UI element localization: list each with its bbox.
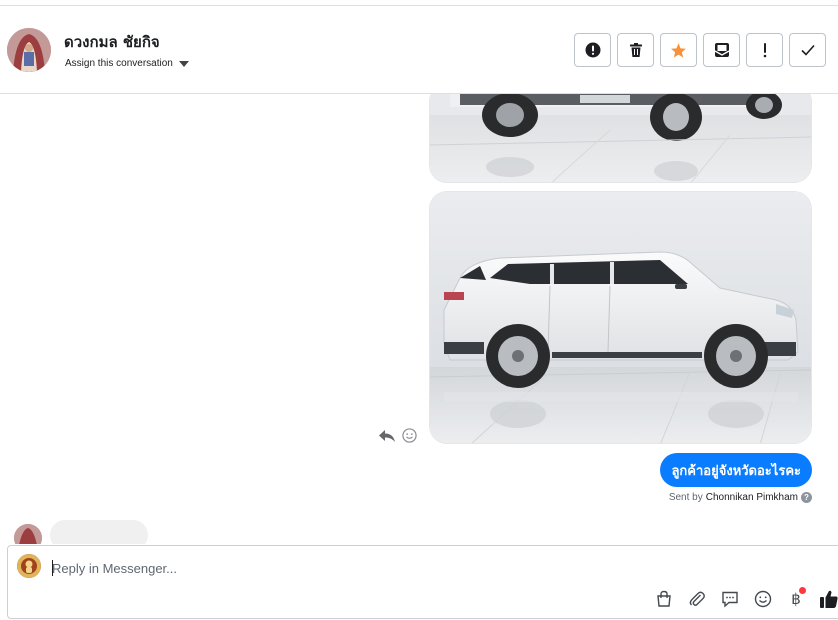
- saved-replies-button[interactable]: [718, 587, 742, 611]
- star-button[interactable]: [660, 33, 697, 67]
- mark-done-button[interactable]: [789, 33, 826, 67]
- assign-label: Assign this conversation: [65, 58, 173, 69]
- shop-button[interactable]: [652, 587, 676, 611]
- sender-name: Chonnikan Pimkham: [705, 492, 798, 503]
- composer-tools: ฿: [652, 587, 838, 611]
- car-photo-side[interactable]: [429, 191, 812, 444]
- react-emoji-icon[interactable]: [402, 428, 417, 443]
- message-thread[interactable]: ลูกค้าอยู่จังหวัดอะไรคะ Sent by Chonnika…: [0, 94, 838, 544]
- sent-by-label: Sent by Chonnikan Pimkham ?: [669, 492, 812, 503]
- reply-arrow-icon[interactable]: [378, 429, 396, 443]
- incoming-avatar: [14, 524, 42, 544]
- payment-button[interactable]: ฿: [784, 587, 808, 611]
- envelope-icon: [714, 43, 729, 57]
- trash-icon: [629, 43, 642, 57]
- emoji-icon: [754, 590, 772, 608]
- reply-composer: ฿: [7, 545, 838, 619]
- sent-by-prefix: Sent by: [668, 492, 703, 503]
- contact-name: ดวงกมล ชัยกิจ: [64, 33, 160, 51]
- assign-conversation-dropdown[interactable]: Assign this conversation: [65, 58, 189, 69]
- message-hover-tools: [378, 428, 417, 443]
- follow-up-button[interactable]: [746, 33, 783, 67]
- header-actions: [574, 33, 826, 67]
- incoming-message-bubble[interactable]: [50, 520, 148, 544]
- paperclip-icon: [689, 591, 705, 606]
- star-icon: [671, 42, 686, 57]
- exclamation-icon: [763, 43, 766, 58]
- messenger-conversation-app: ดวงกมล ชัยกิจ Assign this conversation ล…: [0, 0, 838, 620]
- saved-replies-icon: [722, 591, 738, 608]
- delete-button[interactable]: [617, 33, 654, 67]
- reply-input[interactable]: [52, 558, 652, 578]
- help-icon[interactable]: ?: [801, 492, 812, 503]
- outgoing-message-bubble[interactable]: ลูกค้าอยู่จังหวัดอะไรคะ: [660, 453, 812, 487]
- attach-button[interactable]: [685, 587, 709, 611]
- thumbs-up-icon: [820, 590, 838, 608]
- like-button[interactable]: [817, 587, 838, 611]
- checkmark-icon: [800, 44, 815, 56]
- contact-avatar[interactable]: [7, 28, 51, 72]
- emoji-button[interactable]: [751, 587, 775, 611]
- notification-dot: [799, 587, 806, 594]
- exclamation-circle-icon: [585, 42, 600, 58]
- caret-down-icon: [178, 60, 189, 67]
- conversation-header: ดวงกมล ชัยกิจ Assign this conversation: [0, 6, 838, 94]
- mark-spam-button[interactable]: [574, 33, 611, 67]
- mark-unread-button[interactable]: [703, 33, 740, 67]
- shopping-bag-icon: [657, 590, 671, 607]
- page-avatar: [17, 554, 41, 578]
- car-photo-rear[interactable]: [429, 94, 812, 183]
